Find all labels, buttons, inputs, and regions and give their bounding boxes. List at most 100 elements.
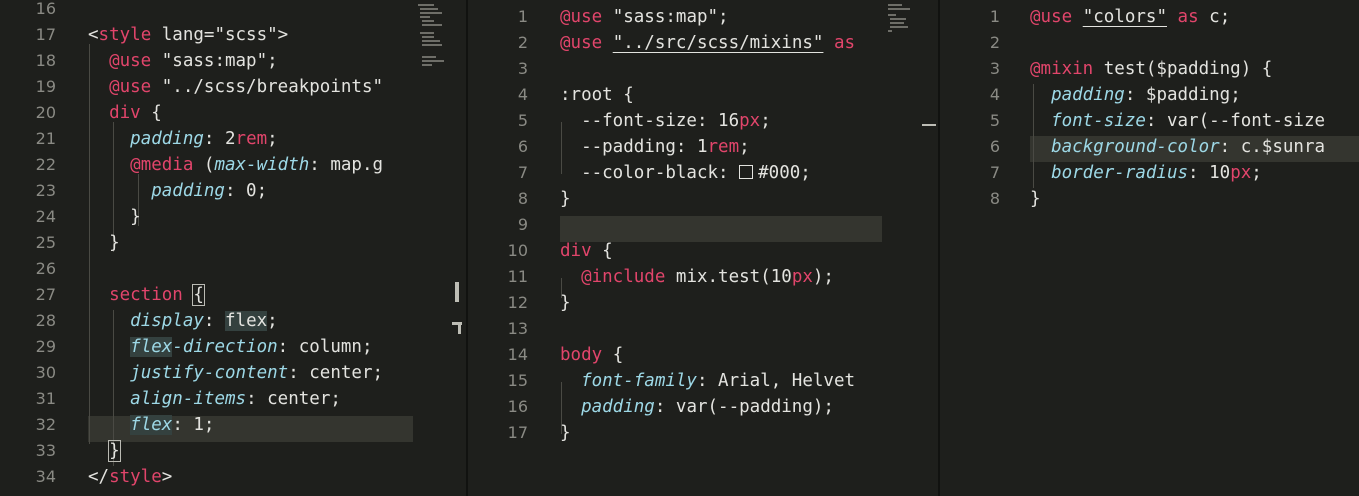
code-line[interactable]: @include mix.test(10px);	[560, 264, 834, 290]
line-number[interactable]: 19	[0, 74, 56, 100]
line-number[interactable]: 14	[468, 342, 528, 368]
line-number[interactable]: 17	[0, 22, 56, 48]
line-number[interactable]: 33	[0, 438, 56, 464]
minimap[interactable]	[884, 0, 940, 496]
editor-pane-right[interactable]: 1 @use "colors" as c; 2 3 @mixin test($paddi…	[940, 0, 1359, 496]
code-line[interactable]: flex-direction: column;	[88, 334, 373, 360]
code-line[interactable]: align-items: center;	[88, 386, 341, 412]
line-number[interactable]: 8	[468, 186, 528, 212]
line-number[interactable]: 25	[0, 230, 56, 256]
code-line[interactable]: @use "sass:map";	[88, 48, 278, 74]
line-number[interactable]: 2	[468, 30, 528, 56]
line-number[interactable]: 13	[468, 316, 528, 342]
code-line[interactable]: div {	[88, 100, 162, 126]
line-number[interactable]: 6	[940, 134, 1000, 160]
line-number[interactable]: 28	[0, 308, 56, 334]
code-token: "colors"	[1082, 7, 1167, 27]
code-line[interactable]: @use "sass:map";	[560, 4, 729, 30]
line-number[interactable]: 5	[940, 108, 1000, 134]
line-number[interactable]: 18	[0, 48, 56, 74]
code-line[interactable]: flex: 1;	[88, 412, 214, 438]
scrollbar-marker[interactable]	[922, 124, 936, 126]
code-line[interactable]: border-radius: 10px;	[1030, 160, 1262, 186]
code-line[interactable]: }	[88, 230, 120, 256]
line-number[interactable]: 3	[940, 56, 1000, 82]
line-number[interactable]: 10	[468, 238, 528, 264]
code-line[interactable]: @use "../scss/breakpoints"	[88, 74, 383, 100]
editor-pane-middle[interactable]: 1 @use "sass:map"; 2 @use "../src/scss/mixi…	[468, 0, 882, 496]
line-number[interactable]: 20	[0, 100, 56, 126]
line-number[interactable]: 16	[0, 0, 56, 22]
line-number[interactable]: 2	[940, 30, 1000, 56]
code-line[interactable]: }	[560, 186, 571, 212]
code-token: :	[203, 311, 225, 331]
code-line[interactable]: @use "../src/scss/mixins" as	[560, 30, 855, 56]
line-number[interactable]: 1	[940, 4, 1000, 30]
code-line[interactable]: <style lang="scss">	[88, 22, 288, 48]
line-number[interactable]: 16	[468, 394, 528, 420]
code-line[interactable]: }	[1030, 186, 1041, 212]
code-token: : var(--font-size	[1145, 111, 1326, 131]
line-number[interactable]: 1	[468, 4, 528, 30]
code-line[interactable]: --padding: 1rem;	[560, 134, 750, 160]
line-number[interactable]: 7	[468, 160, 528, 186]
line-number[interactable]: 6	[468, 134, 528, 160]
code-line[interactable]: :root {	[560, 82, 634, 108]
code-line[interactable]: padding: 2rem;	[88, 126, 278, 152]
line-number[interactable]: 15	[468, 368, 528, 394]
line-number[interactable]: 17	[468, 420, 528, 446]
code-line[interactable]: section {	[88, 282, 205, 308]
line-number[interactable]: 12	[468, 290, 528, 316]
line-number[interactable]: 9	[468, 212, 528, 238]
code-line[interactable]: }	[560, 420, 571, 446]
code-line[interactable]: display: flex;	[88, 308, 278, 334]
editor-pane-left[interactable]: 16 17 <style lang="scss"> 18 @use "sass:map…	[0, 0, 413, 496]
code-line[interactable]: --color-black: #000;	[560, 160, 811, 186]
line-number[interactable]: 32	[0, 412, 56, 438]
code-line[interactable]: @media (max-width: map.g	[88, 152, 383, 178]
code-line[interactable]: body {	[560, 342, 623, 368]
code-line[interactable]: background-color: c.$sunra	[1030, 134, 1325, 160]
line-number[interactable]: 4	[468, 82, 528, 108]
minimap[interactable]	[414, 0, 458, 496]
code-line[interactable]: padding: $padding;	[1030, 82, 1241, 108]
code-token: {	[192, 284, 205, 306]
code-line[interactable]: justify-content: center;	[88, 360, 383, 386]
code-line[interactable]: }	[88, 204, 141, 230]
line-number[interactable]: 3	[468, 56, 528, 82]
code-line[interactable]: font-family: Arial, Helvet	[560, 368, 855, 394]
line-number[interactable]: 4	[940, 82, 1000, 108]
code-line[interactable]: padding: var(--padding);	[560, 394, 834, 420]
code-line[interactable]: }	[88, 438, 121, 464]
line-number[interactable]: 22	[0, 152, 56, 178]
scrollbar-marker[interactable]	[455, 282, 459, 302]
line-number[interactable]: 29	[0, 334, 56, 360]
line-number[interactable]: 27	[0, 282, 56, 308]
code-line[interactable]: font-size: var(--font-size	[1030, 108, 1325, 134]
code-line[interactable]: div {	[560, 238, 613, 264]
code-line[interactable]: padding: 0;	[88, 178, 267, 204]
code-line[interactable]: @use "colors" as c;	[1030, 4, 1230, 30]
line-number[interactable]: 31	[0, 386, 56, 412]
code-line[interactable]: </style>	[88, 464, 172, 490]
code-line[interactable]: }	[560, 290, 571, 316]
scrollbar-marker[interactable]	[458, 322, 461, 334]
line-number[interactable]: 24	[0, 204, 56, 230]
code-token: @use	[109, 77, 152, 97]
line-number[interactable]: 7	[940, 160, 1000, 186]
code-line[interactable]: --font-size: 16px;	[560, 108, 771, 134]
line-number[interactable]: 21	[0, 126, 56, 152]
line-number[interactable]: 11	[468, 264, 528, 290]
line-number[interactable]: 8	[940, 186, 1000, 212]
line-number[interactable]: 30	[0, 360, 56, 386]
line-number[interactable]: 5	[468, 108, 528, 134]
line-number[interactable]: 23	[0, 178, 56, 204]
line-number[interactable]: 34	[0, 464, 56, 490]
code-token: }	[88, 207, 141, 227]
line-number[interactable]: 26	[0, 256, 56, 282]
code-line[interactable]: @mixin test($padding) {	[1030, 56, 1272, 82]
